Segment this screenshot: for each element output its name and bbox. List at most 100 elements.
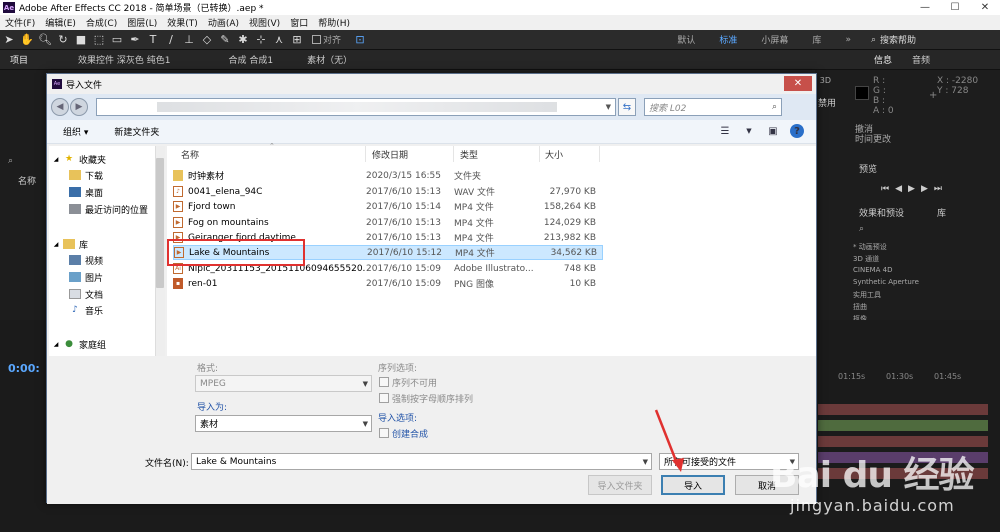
tab-audio[interactable]: 音频: [902, 53, 940, 66]
format-select[interactable]: MPEG ▼: [195, 375, 372, 392]
file-row[interactable]: ♪ 0041_elena_94C 2017/6/10 15:13 WAV 文件 …: [173, 184, 603, 199]
menu-view[interactable]: 视图(V): [244, 16, 285, 29]
address-dropdown-icon[interactable]: ▼: [606, 103, 611, 111]
nav-homegroup[interactable]: ◢ ● 家庭组: [53, 337, 106, 351]
help-search-input[interactable]: 搜索帮助: [880, 33, 990, 46]
nav-favorites[interactable]: ◢ ★ 收藏夹: [53, 152, 106, 166]
menu-edit[interactable]: 编辑(E): [40, 16, 81, 29]
world-axis-icon[interactable]: ⊞: [290, 33, 304, 47]
rotate-tool-icon[interactable]: ↻: [56, 33, 70, 47]
menu-composition[interactable]: 合成(C): [81, 16, 122, 29]
effects-item[interactable]: 3D 通道: [853, 254, 879, 264]
maximize-icon[interactable]: ☐: [940, 0, 970, 15]
tab-effects-controls[interactable]: 效果控件 深灰色 纯色1: [68, 53, 180, 66]
selection-tool-icon[interactable]: ➤: [2, 33, 16, 47]
pen-tool-icon[interactable]: ✒: [128, 33, 142, 47]
tab-composition[interactable]: 合成 合成1: [218, 53, 283, 66]
workspace-library[interactable]: 库: [800, 33, 833, 46]
create-composition-checkbox[interactable]: [379, 428, 389, 438]
snap-checkbox[interactable]: [312, 35, 321, 44]
pan-behind-tool-icon[interactable]: ⬚: [92, 33, 106, 47]
column-name[interactable]: 名称: [181, 148, 199, 162]
nav-recent[interactable]: 最近访问的位置: [69, 202, 148, 216]
tab-project[interactable]: 项目: [0, 53, 38, 66]
nav-libraries[interactable]: ◢ 库: [53, 237, 88, 251]
nav-documents[interactable]: 文档: [69, 287, 103, 301]
file-row[interactable]: ▶ Fog on mountains 2017/6/10 15:13 MP4 文…: [173, 215, 603, 230]
tab-info[interactable]: 信息: [864, 53, 902, 66]
forward-button[interactable]: ▶: [70, 98, 88, 116]
view-dropdown-icon[interactable]: ▼: [742, 124, 756, 138]
project-search-icon[interactable]: ⌕: [8, 156, 13, 166]
file-row[interactable]: ▶ Fjord town 2017/6/10 15:14 MP4 文件 158,…: [173, 199, 603, 214]
menu-file[interactable]: 文件(F): [0, 16, 40, 29]
snap-options-icon[interactable]: ⊡: [353, 33, 367, 47]
search-input[interactable]: 搜索 L02 ⌕: [644, 98, 782, 116]
import-button[interactable]: 导入: [661, 475, 725, 495]
menu-animation[interactable]: 动画(A): [203, 16, 244, 29]
help-icon[interactable]: ?: [790, 124, 804, 138]
menu-help[interactable]: 帮助(H): [313, 16, 355, 29]
preview-pane-icon[interactable]: ▣: [766, 124, 780, 138]
axis-icon[interactable]: ⊹: [254, 33, 268, 47]
roto-brush-tool-icon[interactable]: ✎: [218, 33, 232, 47]
zoom-tool-icon[interactable]: 🔍︎: [38, 33, 52, 47]
hand-tool-icon[interactable]: ✋: [20, 33, 34, 47]
sequence-checkbox[interactable]: [379, 377, 389, 387]
type-tool-icon[interactable]: T: [146, 33, 160, 47]
layer-bar[interactable]: [818, 404, 988, 415]
menu-layer[interactable]: 图层(L): [122, 16, 162, 29]
force-alpha-checkbox[interactable]: [379, 393, 389, 403]
brush-tool-icon[interactable]: ∕: [164, 33, 178, 47]
nav-videos[interactable]: 视频: [69, 253, 103, 267]
puppet-tool-icon[interactable]: ✱: [236, 33, 250, 47]
back-button[interactable]: ◀: [51, 98, 69, 116]
mask-tool-icon[interactable]: ▭: [110, 33, 124, 47]
tab-effects-presets[interactable]: 效果和预设: [859, 206, 904, 219]
nav-desktop[interactable]: 桌面: [69, 185, 103, 199]
import-folder-button[interactable]: 导入文件夹: [588, 475, 652, 495]
menu-window[interactable]: 窗口: [285, 16, 313, 29]
new-folder-button[interactable]: 新建文件夹: [104, 125, 169, 138]
file-row[interactable]: ▪ ren-01 2017/6/10 15:09 PNG 图像 10 KB: [173, 276, 603, 291]
filename-input[interactable]: Lake & Mountains ▼: [191, 453, 652, 470]
workspace-standard[interactable]: 标准: [707, 33, 749, 46]
view-axis-icon[interactable]: ⋏: [272, 33, 286, 47]
tab-library[interactable]: 库: [937, 206, 946, 219]
camera-tool-icon[interactable]: ■: [74, 33, 88, 47]
nav-music[interactable]: ♪ 音乐: [69, 303, 103, 317]
tab-preview[interactable]: 预览: [859, 162, 877, 175]
effects-item[interactable]: CINEMA 4D: [853, 266, 893, 274]
import-as-select[interactable]: 素材 ▼: [195, 415, 372, 432]
refresh-icon[interactable]: ⇆: [618, 98, 636, 116]
minimize-icon[interactable]: —: [910, 0, 940, 15]
effects-item[interactable]: 扭曲: [853, 302, 867, 312]
info-b: B :: [873, 96, 886, 106]
workspace-small-screen[interactable]: 小屏幕: [749, 33, 800, 46]
organize-button[interactable]: 组织 ▾: [53, 125, 98, 138]
layer-bar[interactable]: [818, 420, 988, 431]
effects-search-icon[interactable]: ⌕: [859, 224, 864, 234]
eraser-tool-icon[interactable]: ◇: [200, 33, 214, 47]
close-icon[interactable]: ✕: [970, 0, 1000, 15]
column-type[interactable]: 类型: [460, 148, 478, 162]
workspace-default[interactable]: 默认: [665, 33, 707, 46]
dialog-close-button[interactable]: ✕: [784, 76, 812, 91]
address-bar[interactable]: ▼: [96, 98, 616, 116]
workspace-more-icon[interactable]: »: [833, 35, 863, 45]
column-size[interactable]: 大小: [545, 148, 563, 162]
ruler-label: 01:15s: [838, 372, 866, 381]
nav-downloads[interactable]: 下载: [69, 168, 103, 182]
effects-item[interactable]: Synthetic Aperture: [853, 278, 919, 286]
color-swatch: [855, 86, 869, 100]
clone-stamp-tool-icon[interactable]: ⊥: [182, 33, 196, 47]
menu-effect[interactable]: 效果(T): [162, 16, 203, 29]
view-mode-icon[interactable]: ☰: [718, 124, 732, 138]
tab-footage[interactable]: 素材（无）: [297, 53, 362, 66]
nav-scrollbar-thumb[interactable]: [156, 158, 164, 288]
nav-pictures[interactable]: 图片: [69, 270, 103, 284]
column-date[interactable]: 修改日期: [372, 148, 408, 162]
effects-item[interactable]: 实用工具: [853, 290, 881, 300]
effects-item[interactable]: * 动画预设: [853, 242, 887, 252]
file-row[interactable]: 时钟素材 2020/3/15 16:55 文件夹: [173, 168, 603, 183]
